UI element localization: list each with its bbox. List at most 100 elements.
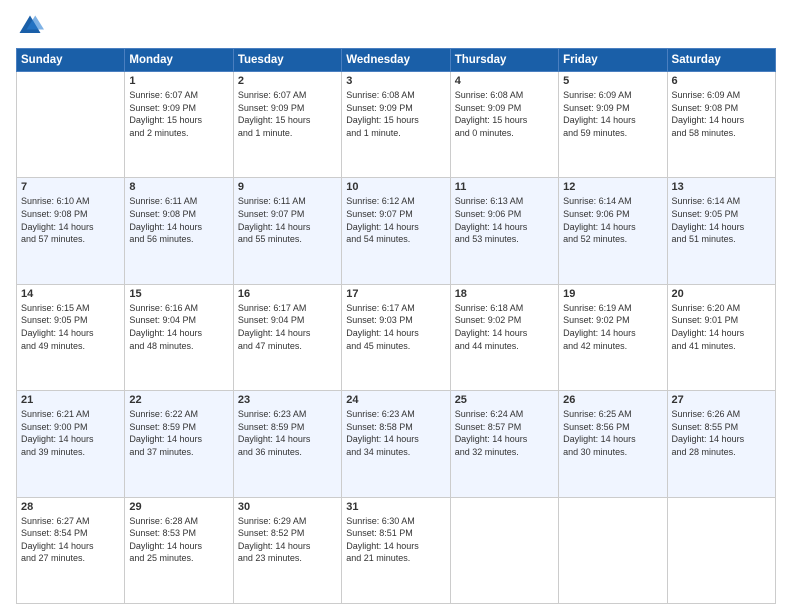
cell-info: Sunrise: 6:08 AM Sunset: 9:09 PM Dayligh… xyxy=(455,89,554,139)
day-number: 30 xyxy=(238,501,337,513)
cell-info: Sunrise: 6:24 AM Sunset: 8:57 PM Dayligh… xyxy=(455,408,554,458)
cell-info: Sunrise: 6:19 AM Sunset: 9:02 PM Dayligh… xyxy=(563,302,662,352)
day-number: 1 xyxy=(129,75,228,87)
cell-info: Sunrise: 6:14 AM Sunset: 9:06 PM Dayligh… xyxy=(563,195,662,245)
col-header-monday: Monday xyxy=(125,49,233,72)
col-header-friday: Friday xyxy=(559,49,667,72)
cell-info: Sunrise: 6:15 AM Sunset: 9:05 PM Dayligh… xyxy=(21,302,120,352)
cell-info: Sunrise: 6:07 AM Sunset: 9:09 PM Dayligh… xyxy=(238,89,337,139)
cell-info: Sunrise: 6:28 AM Sunset: 8:53 PM Dayligh… xyxy=(129,515,228,565)
calendar-cell: 15 Sunrise: 6:16 AM Sunset: 9:04 PM Dayli… xyxy=(125,284,233,390)
day-number: 2 xyxy=(238,75,337,87)
col-header-wednesday: Wednesday xyxy=(342,49,450,72)
day-number: 15 xyxy=(129,288,228,300)
calendar-cell: 13 Sunrise: 6:14 AM Sunset: 9:05 PM Dayli… xyxy=(667,178,775,284)
calendar-cell: 30 Sunrise: 6:29 AM Sunset: 8:52 PM Dayli… xyxy=(233,497,341,603)
cell-info: Sunrise: 6:10 AM Sunset: 9:08 PM Dayligh… xyxy=(21,195,120,245)
calendar-cell: 29 Sunrise: 6:28 AM Sunset: 8:53 PM Dayli… xyxy=(125,497,233,603)
calendar-cell: 24 Sunrise: 6:23 AM Sunset: 8:58 PM Dayli… xyxy=(342,391,450,497)
cell-info: Sunrise: 6:25 AM Sunset: 8:56 PM Dayligh… xyxy=(563,408,662,458)
calendar-cell: 25 Sunrise: 6:24 AM Sunset: 8:57 PM Dayli… xyxy=(450,391,558,497)
day-number: 11 xyxy=(455,181,554,193)
logo xyxy=(16,12,48,40)
calendar-cell: 27 Sunrise: 6:26 AM Sunset: 8:55 PM Dayli… xyxy=(667,391,775,497)
calendar-cell: 22 Sunrise: 6:22 AM Sunset: 8:59 PM Dayli… xyxy=(125,391,233,497)
day-number: 5 xyxy=(563,75,662,87)
day-number: 29 xyxy=(129,501,228,513)
week-row-3: 21 Sunrise: 6:21 AM Sunset: 9:00 PM Dayli… xyxy=(17,391,776,497)
col-header-thursday: Thursday xyxy=(450,49,558,72)
calendar-cell: 20 Sunrise: 6:20 AM Sunset: 9:01 PM Dayli… xyxy=(667,284,775,390)
cell-info: Sunrise: 6:29 AM Sunset: 8:52 PM Dayligh… xyxy=(238,515,337,565)
cell-info: Sunrise: 6:30 AM Sunset: 8:51 PM Dayligh… xyxy=(346,515,445,565)
calendar-cell: 31 Sunrise: 6:30 AM Sunset: 8:51 PM Dayli… xyxy=(342,497,450,603)
calendar-cell: 26 Sunrise: 6:25 AM Sunset: 8:56 PM Dayli… xyxy=(559,391,667,497)
cell-info: Sunrise: 6:20 AM Sunset: 9:01 PM Dayligh… xyxy=(672,302,771,352)
day-number: 22 xyxy=(129,394,228,406)
cell-info: Sunrise: 6:27 AM Sunset: 8:54 PM Dayligh… xyxy=(21,515,120,565)
calendar-cell: 3 Sunrise: 6:08 AM Sunset: 9:09 PM Daylig… xyxy=(342,72,450,178)
day-number: 27 xyxy=(672,394,771,406)
col-header-tuesday: Tuesday xyxy=(233,49,341,72)
day-number: 25 xyxy=(455,394,554,406)
day-number: 18 xyxy=(455,288,554,300)
cell-info: Sunrise: 6:09 AM Sunset: 9:08 PM Dayligh… xyxy=(672,89,771,139)
calendar-cell: 18Sunrise: 6:18 AM Sunset: 9:02 PM Dayli… xyxy=(450,284,558,390)
calendar-cell: 10 Sunrise: 6:12 AM Sunset: 9:07 PM Dayli… xyxy=(342,178,450,284)
day-number: 26 xyxy=(563,394,662,406)
cell-info: Sunrise: 6:17 AM Sunset: 9:03 PM Dayligh… xyxy=(346,302,445,352)
day-number: 9 xyxy=(238,181,337,193)
calendar-cell: 19Sunrise: 6:19 AM Sunset: 9:02 PM Dayli… xyxy=(559,284,667,390)
calendar-cell xyxy=(17,72,125,178)
cell-info: Sunrise: 6:08 AM Sunset: 9:09 PM Dayligh… xyxy=(346,89,445,139)
calendar-cell xyxy=(667,497,775,603)
cell-info: Sunrise: 6:23 AM Sunset: 8:59 PM Dayligh… xyxy=(238,408,337,458)
day-number: 24 xyxy=(346,394,445,406)
cell-info: Sunrise: 6:11 AM Sunset: 9:07 PM Dayligh… xyxy=(238,195,337,245)
day-number: 3 xyxy=(346,75,445,87)
col-header-sunday: Sunday xyxy=(17,49,125,72)
calendar-cell: 4 Sunrise: 6:08 AM Sunset: 9:09 PM Daylig… xyxy=(450,72,558,178)
week-row-0: 1 Sunrise: 6:07 AM Sunset: 9:09 PM Daylig… xyxy=(17,72,776,178)
logo-icon xyxy=(16,12,44,40)
day-number: 17 xyxy=(346,288,445,300)
cell-info: Sunrise: 6:14 AM Sunset: 9:05 PM Dayligh… xyxy=(672,195,771,245)
calendar-cell: 23Sunrise: 6:23 AM Sunset: 8:59 PM Dayli… xyxy=(233,391,341,497)
cell-info: Sunrise: 6:23 AM Sunset: 8:58 PM Dayligh… xyxy=(346,408,445,458)
day-number: 20 xyxy=(672,288,771,300)
cell-info: Sunrise: 6:07 AM Sunset: 9:09 PM Dayligh… xyxy=(129,89,228,139)
day-number: 10 xyxy=(346,181,445,193)
header-row: SundayMondayTuesdayWednesdayThursdayFrid… xyxy=(17,49,776,72)
calendar-cell: 6Sunrise: 6:09 AM Sunset: 9:08 PM Daylig… xyxy=(667,72,775,178)
day-number: 14 xyxy=(21,288,120,300)
week-row-1: 7Sunrise: 6:10 AM Sunset: 9:08 PM Daylig… xyxy=(17,178,776,284)
calendar-cell: 21 Sunrise: 6:21 AM Sunset: 9:00 PM Dayli… xyxy=(17,391,125,497)
calendar-cell: 14 Sunrise: 6:15 AM Sunset: 9:05 PM Dayli… xyxy=(17,284,125,390)
calendar-cell: 16 Sunrise: 6:17 AM Sunset: 9:04 PM Dayli… xyxy=(233,284,341,390)
day-number: 12 xyxy=(563,181,662,193)
cell-info: Sunrise: 6:22 AM Sunset: 8:59 PM Dayligh… xyxy=(129,408,228,458)
calendar-cell: 7Sunrise: 6:10 AM Sunset: 9:08 PM Daylig… xyxy=(17,178,125,284)
day-number: 8 xyxy=(129,181,228,193)
cell-info: Sunrise: 6:12 AM Sunset: 9:07 PM Dayligh… xyxy=(346,195,445,245)
cell-info: Sunrise: 6:26 AM Sunset: 8:55 PM Dayligh… xyxy=(672,408,771,458)
day-number: 13 xyxy=(672,181,771,193)
calendar-cell: 28 Sunrise: 6:27 AM Sunset: 8:54 PM Dayli… xyxy=(17,497,125,603)
cell-info: Sunrise: 6:11 AM Sunset: 9:08 PM Dayligh… xyxy=(129,195,228,245)
day-number: 21 xyxy=(21,394,120,406)
col-header-saturday: Saturday xyxy=(667,49,775,72)
day-number: 4 xyxy=(455,75,554,87)
calendar-cell: 9 Sunrise: 6:11 AM Sunset: 9:07 PM Daylig… xyxy=(233,178,341,284)
day-number: 31 xyxy=(346,501,445,513)
day-number: 16 xyxy=(238,288,337,300)
calendar-cell: 12 Sunrise: 6:14 AM Sunset: 9:06 PM Dayli… xyxy=(559,178,667,284)
cell-info: Sunrise: 6:21 AM Sunset: 9:00 PM Dayligh… xyxy=(21,408,120,458)
cell-info: Sunrise: 6:16 AM Sunset: 9:04 PM Dayligh… xyxy=(129,302,228,352)
calendar-cell xyxy=(450,497,558,603)
week-row-4: 28 Sunrise: 6:27 AM Sunset: 8:54 PM Dayli… xyxy=(17,497,776,603)
header xyxy=(16,12,776,40)
cell-info: Sunrise: 6:17 AM Sunset: 9:04 PM Dayligh… xyxy=(238,302,337,352)
day-number: 28 xyxy=(21,501,120,513)
calendar-cell: 1 Sunrise: 6:07 AM Sunset: 9:09 PM Daylig… xyxy=(125,72,233,178)
cell-info: Sunrise: 6:13 AM Sunset: 9:06 PM Dayligh… xyxy=(455,195,554,245)
